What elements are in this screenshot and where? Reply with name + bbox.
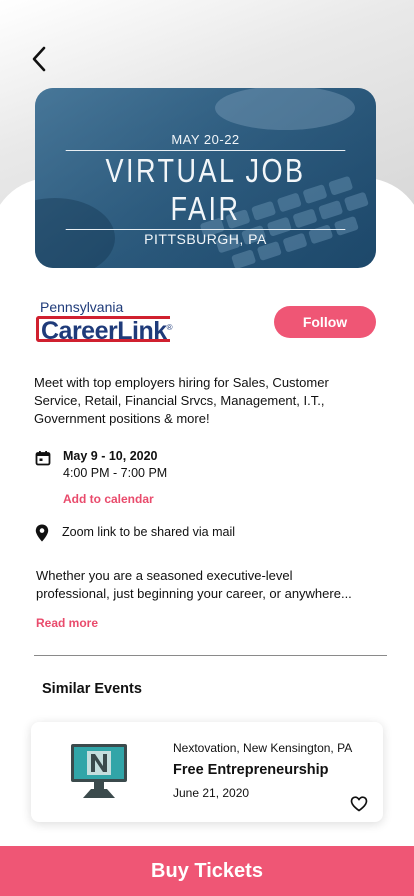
event-thumbnail xyxy=(69,742,129,800)
calendar-icon xyxy=(34,449,52,467)
logo-brand-name: CareerLink xyxy=(41,317,167,346)
logo-state-text: Pennsylvania xyxy=(40,299,124,315)
banner-location: PITTSBURGH, PA xyxy=(144,231,267,247)
event-about-excerpt: Whether you are a seasoned executive-lev… xyxy=(36,568,352,601)
banner-title: VIRTUAL JOB FAIR xyxy=(65,150,346,230)
map-pin-icon xyxy=(33,524,51,542)
event-date: May 9 - 10, 2020 xyxy=(63,449,158,463)
event-location: Zoom link to be shared via mail xyxy=(62,525,235,539)
favorite-button[interactable] xyxy=(349,794,369,814)
event-description: Meet with top employers hiring for Sales… xyxy=(34,375,329,426)
buy-tickets-button[interactable]: Buy Tickets xyxy=(0,846,414,896)
banner-date: MAY 20-22 xyxy=(171,132,240,147)
chevron-left-icon xyxy=(32,46,46,72)
event-time: 4:00 PM - 7:00 PM xyxy=(63,466,168,480)
section-divider xyxy=(34,655,387,656)
logo-registered-mark: ® xyxy=(166,323,173,332)
card-organizer: Nextovation, New Kensington, PA xyxy=(173,741,353,755)
similar-events-heading: Similar Events xyxy=(42,681,142,697)
card-title: Free Entrepreneurship xyxy=(173,762,329,778)
heart-icon xyxy=(350,796,368,812)
organizer-logo[interactable]: Pennsylvania CareerLink® xyxy=(36,299,176,345)
read-more-link[interactable]: Read more xyxy=(36,616,98,630)
banner-text: MAY 20-22 VIRTUAL JOB FAIR PITTSBURGH, P… xyxy=(35,132,376,247)
card-date: June 21, 2020 xyxy=(173,786,250,800)
back-button[interactable] xyxy=(24,44,54,74)
add-to-calendar-link[interactable]: Add to calendar xyxy=(63,492,154,506)
logo-wordmark: CareerLink® xyxy=(36,314,176,345)
follow-button[interactable]: Follow xyxy=(274,306,376,338)
event-banner: MAY 20-22 VIRTUAL JOB FAIR PITTSBURGH, P… xyxy=(35,88,376,268)
similar-event-card[interactable]: Nextovation, New Kensington, PA Free Ent… xyxy=(31,722,383,822)
